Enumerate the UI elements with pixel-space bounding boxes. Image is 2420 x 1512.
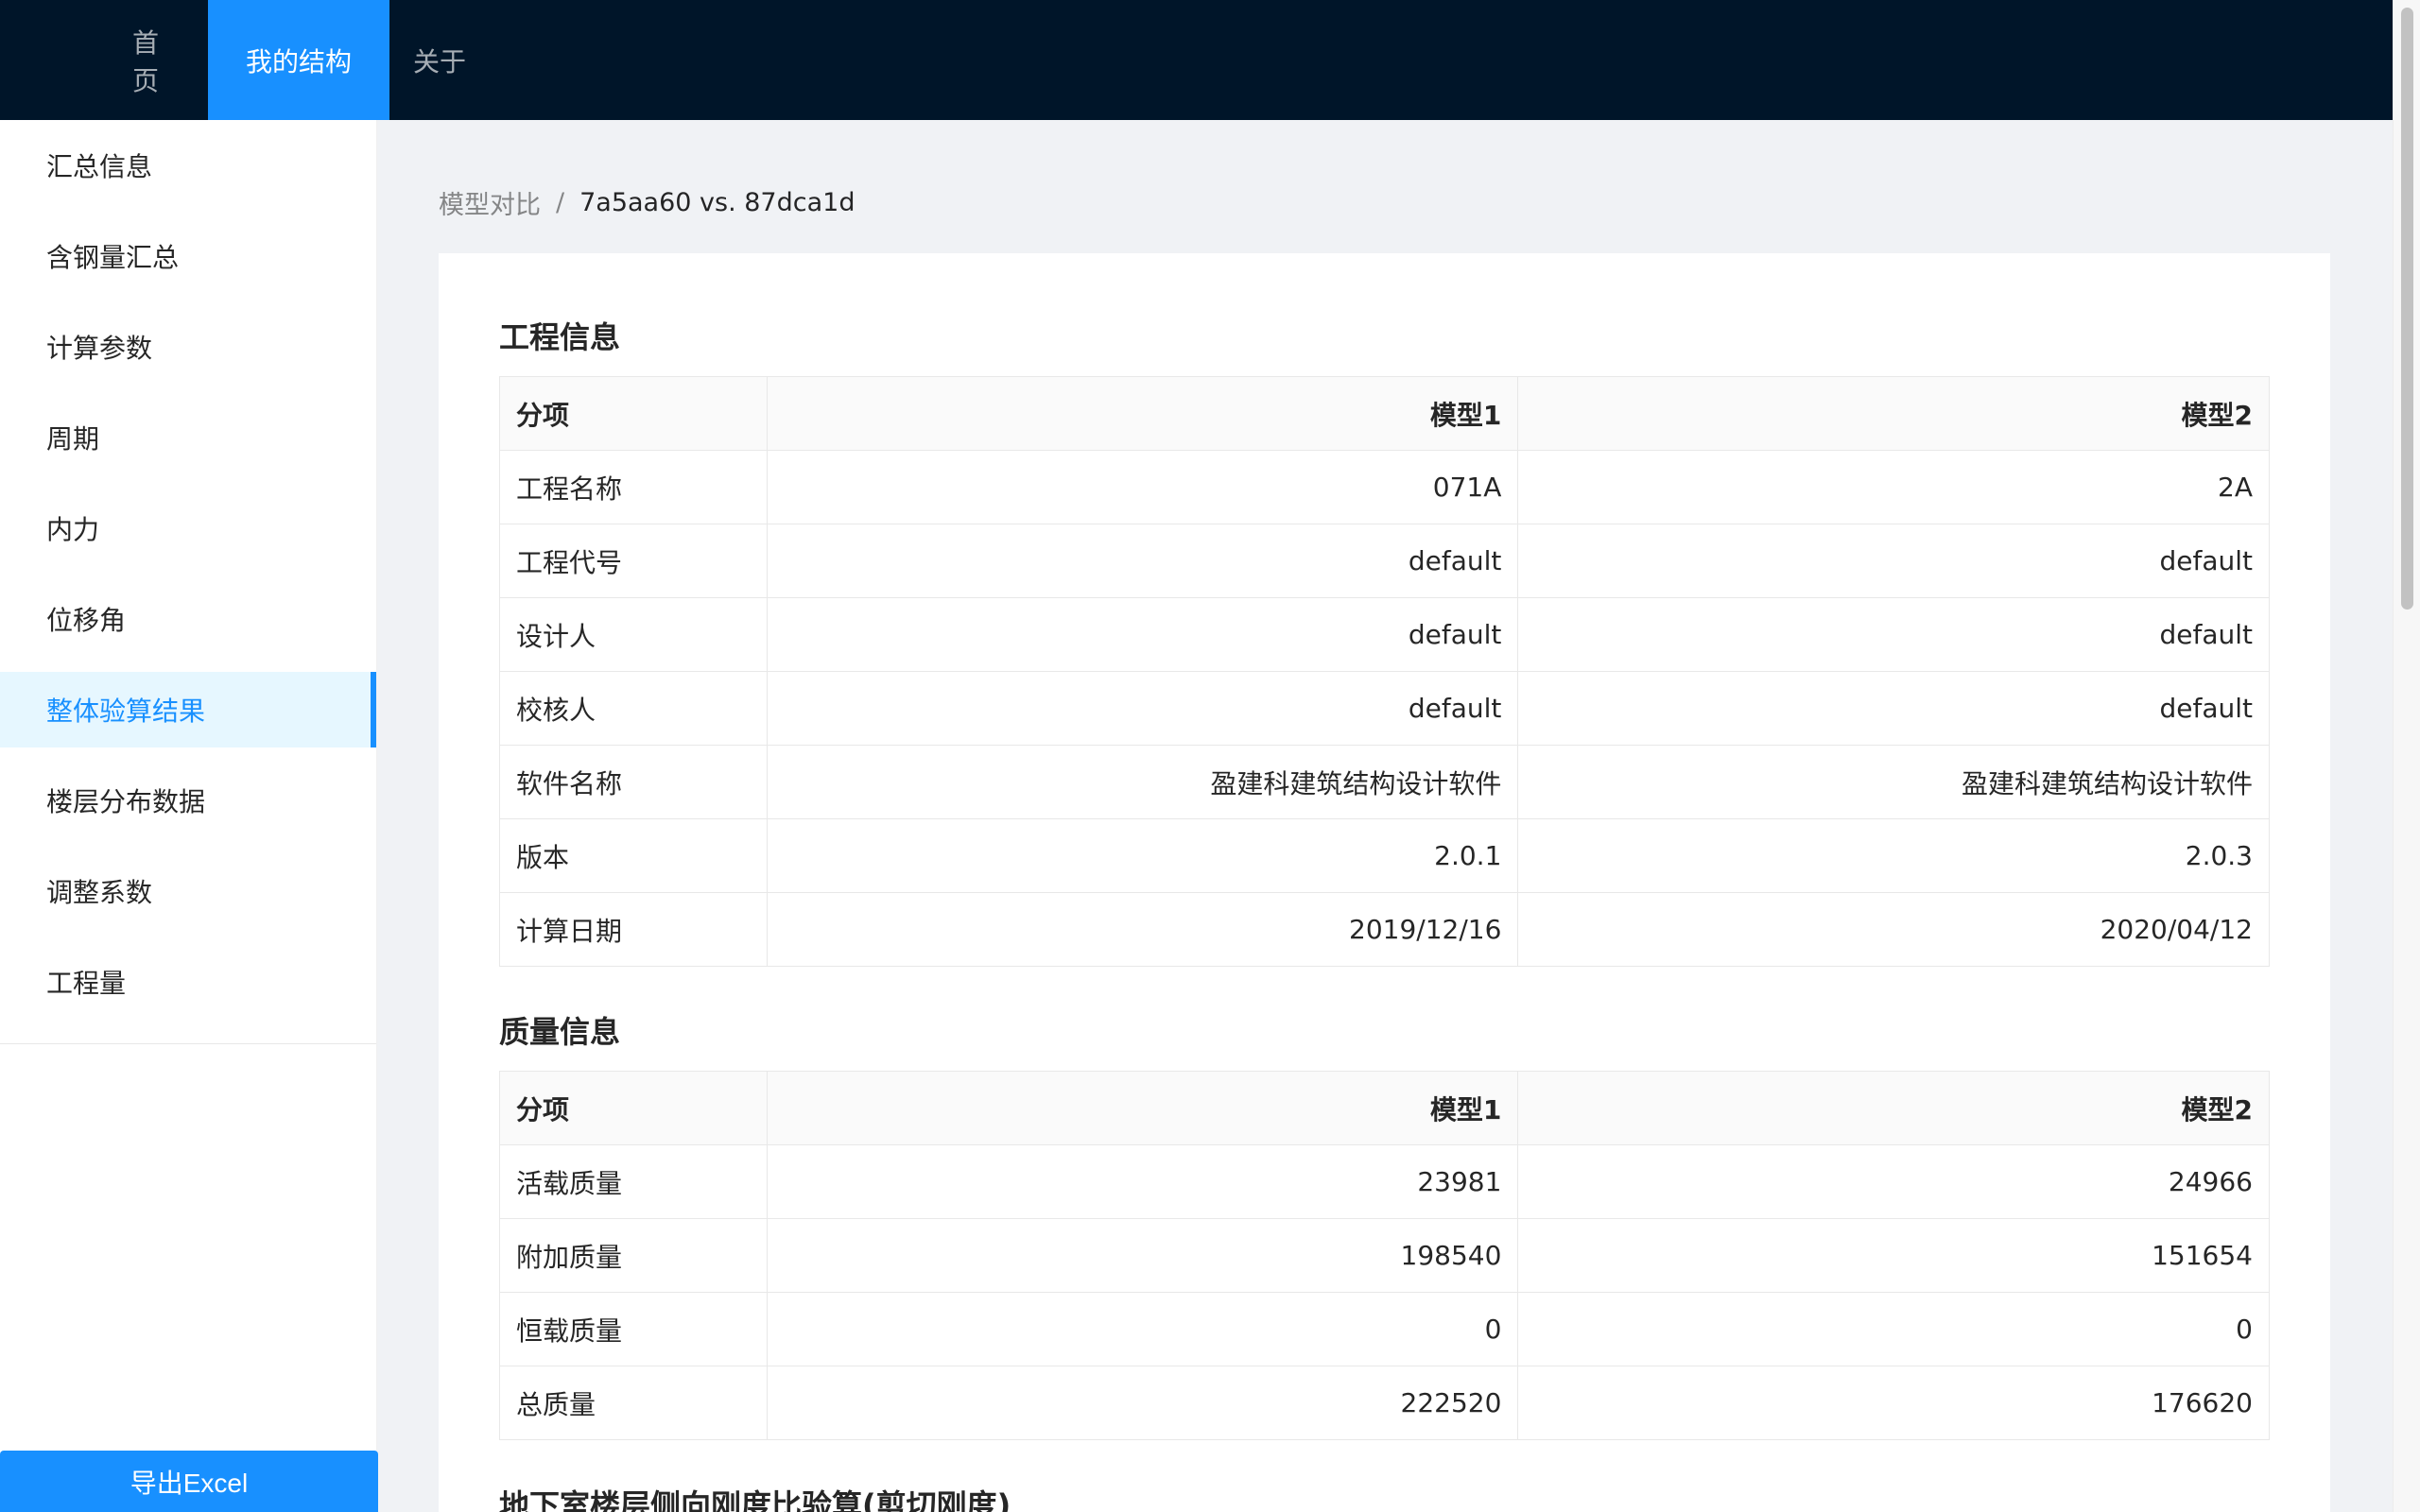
- nav-my-structures[interactable]: 我的结构: [208, 0, 390, 120]
- table-row: 附加质量 198540 151654: [499, 1218, 2270, 1293]
- row-model2-value: 盈建科建筑结构设计软件: [1517, 745, 2270, 819]
- table-row: 计算日期 2019/12/16 2020/04/12: [499, 892, 2270, 967]
- row-model1-value: default: [766, 597, 1519, 672]
- table-header-row: 分项 模型1 模型2: [499, 1071, 2270, 1145]
- page-scrollbar[interactable]: [2393, 0, 2420, 1512]
- row-label: 计算日期: [499, 892, 768, 967]
- sidebar: 汇总信息 含钢量汇总 计算参数 周期 内力 位移角 整体验算结果 楼层分布数据 …: [0, 120, 378, 1512]
- row-model2-value: default: [1517, 524, 2270, 598]
- row-label: 工程代号: [499, 524, 768, 598]
- header-cell-item: 分项: [499, 376, 768, 451]
- breadcrumb-separator: /: [556, 188, 565, 217]
- sidebar-item-period[interactable]: 周期: [0, 400, 376, 475]
- top-nav: 首页 我的结构 关于: [0, 0, 2393, 120]
- table-row: 软件名称 盈建科建筑结构设计软件 盈建科建筑结构设计软件: [499, 745, 2270, 819]
- sidebar-item-quantity[interactable]: 工程量: [0, 944, 376, 1020]
- table-row: 恒载质量 0 0: [499, 1292, 2270, 1366]
- table-row: 设计人 default default: [499, 597, 2270, 672]
- row-model2-value: default: [1517, 597, 2270, 672]
- breadcrumb-parent-link[interactable]: 模型对比: [439, 184, 541, 221]
- section-title-project: 工程信息: [499, 319, 621, 355]
- project-info-table: 分项 模型1 模型2 工程名称 071A 2A 工程代号 default def…: [499, 376, 2270, 967]
- content-card: 工程信息 分项 模型1 模型2 工程名称 071A 2A 工程代号 defaul…: [439, 253, 2330, 1512]
- row-model1-value: 198540: [766, 1218, 1519, 1293]
- table-row: 校核人 default default: [499, 671, 2270, 746]
- row-model2-value: 151654: [1517, 1218, 2270, 1293]
- table-row: 活载质量 23981 24966: [499, 1144, 2270, 1219]
- header-cell-model2: 模型2: [1517, 1071, 2270, 1145]
- table-row: 工程名称 071A 2A: [499, 450, 2270, 524]
- sidebar-item-floor-distribution[interactable]: 楼层分布数据: [0, 763, 376, 838]
- row-model1-value: 2019/12/16: [766, 892, 1519, 967]
- sidebar-item-steel-summary[interactable]: 含钢量汇总: [0, 218, 376, 294]
- sidebar-item-calc-params[interactable]: 计算参数: [0, 309, 376, 385]
- mass-info-table: 分项 模型1 模型2 活载质量 23981 24966 附加质量 198540 …: [499, 1071, 2270, 1440]
- table-row: 工程代号 default default: [499, 524, 2270, 598]
- row-model1-value: default: [766, 524, 1519, 598]
- row-label: 设计人: [499, 597, 768, 672]
- row-model2-value: 176620: [1517, 1366, 2270, 1440]
- section-title-mass: 质量信息: [499, 1014, 621, 1050]
- scrollbar-thumb[interactable]: [2401, 8, 2413, 610]
- row-model1-value: 071A: [766, 450, 1519, 524]
- row-model2-value: 2020/04/12: [1517, 892, 2270, 967]
- table-row: 总质量 222520 176620: [499, 1366, 2270, 1440]
- row-model1-value: 0: [766, 1292, 1519, 1366]
- row-label: 活载质量: [499, 1144, 768, 1219]
- row-model1-value: 222520: [766, 1366, 1519, 1440]
- table-row: 版本 2.0.1 2.0.3: [499, 818, 2270, 893]
- breadcrumb: 模型对比 / 7a5aa60 vs. 87dca1d: [439, 184, 855, 221]
- row-model2-value: default: [1517, 671, 2270, 746]
- export-excel-button[interactable]: 导出Excel: [0, 1451, 378, 1512]
- row-model1-value: 2.0.1: [766, 818, 1519, 893]
- sidebar-menu: 汇总信息 含钢量汇总 计算参数 周期 内力 位移角 整体验算结果 楼层分布数据 …: [0, 128, 376, 1044]
- sidebar-item-summary[interactable]: 汇总信息: [0, 128, 376, 203]
- header-cell-item: 分项: [499, 1071, 768, 1145]
- row-model2-value: 2.0.3: [1517, 818, 2270, 893]
- breadcrumb-current: 7a5aa60 vs. 87dca1d: [579, 188, 856, 217]
- sidebar-item-adjust-coef[interactable]: 调整系数: [0, 853, 376, 929]
- table-header-row: 分项 模型1 模型2: [499, 376, 2270, 451]
- row-label: 总质量: [499, 1366, 768, 1440]
- row-label: 恒载质量: [499, 1292, 768, 1366]
- section-title-basement-stiffness: 地下室楼层侧向刚度比验算(剪切刚度): [499, 1487, 1011, 1512]
- nav-about[interactable]: 关于: [389, 0, 490, 120]
- row-model1-value: 23981: [766, 1144, 1519, 1219]
- row-model2-value: 2A: [1517, 450, 2270, 524]
- row-model2-value: 24966: [1517, 1144, 2270, 1219]
- row-model1-value: default: [766, 671, 1519, 746]
- row-label: 版本: [499, 818, 768, 893]
- row-label: 校核人: [499, 671, 768, 746]
- nav-home[interactable]: 首页: [109, 0, 208, 120]
- row-label: 软件名称: [499, 745, 768, 819]
- header-cell-model1: 模型1: [766, 376, 1519, 451]
- sidebar-item-internal-force[interactable]: 内力: [0, 490, 376, 566]
- row-model1-value: 盈建科建筑结构设计软件: [766, 745, 1519, 819]
- row-model2-value: 0: [1517, 1292, 2270, 1366]
- row-label: 附加质量: [499, 1218, 768, 1293]
- sidebar-item-drift-angle[interactable]: 位移角: [0, 581, 376, 657]
- row-label: 工程名称: [499, 450, 768, 524]
- sidebar-item-overall-check[interactable]: 整体验算结果: [0, 672, 376, 747]
- header-cell-model1: 模型1: [766, 1071, 1519, 1145]
- header-cell-model2: 模型2: [1517, 376, 2270, 451]
